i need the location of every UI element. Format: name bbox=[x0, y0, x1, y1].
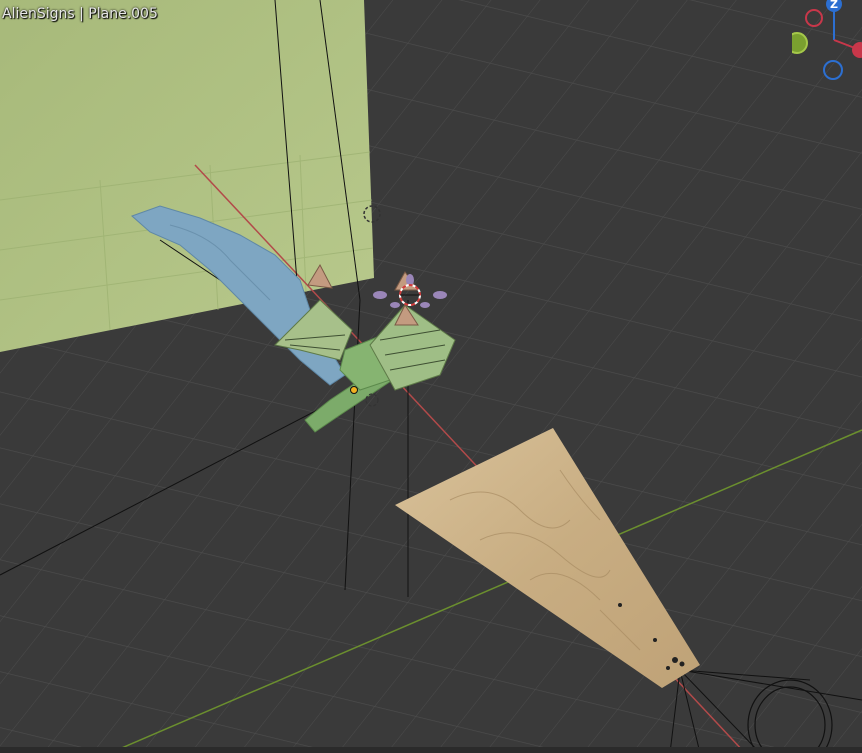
gizmo-neg-z-axis[interactable] bbox=[823, 60, 843, 80]
gizmo-x-axis[interactable] bbox=[852, 42, 862, 58]
gizmo-neg-x-axis[interactable] bbox=[805, 9, 823, 27]
bottom-edge bbox=[0, 747, 862, 753]
viewport-object-info: AlienSigns | Plane.005 bbox=[2, 6, 158, 22]
3d-viewport[interactable]: AlienSigns | Plane.005 Z bbox=[0, 0, 862, 753]
navigation-gizmo[interactable]: Z bbox=[792, 0, 862, 85]
scene-canvas[interactable] bbox=[0, 0, 862, 753]
gizmo-y-axis[interactable] bbox=[792, 32, 808, 54]
object-origin[interactable] bbox=[350, 386, 358, 394]
gizmo-z-label: Z bbox=[830, 0, 838, 11]
